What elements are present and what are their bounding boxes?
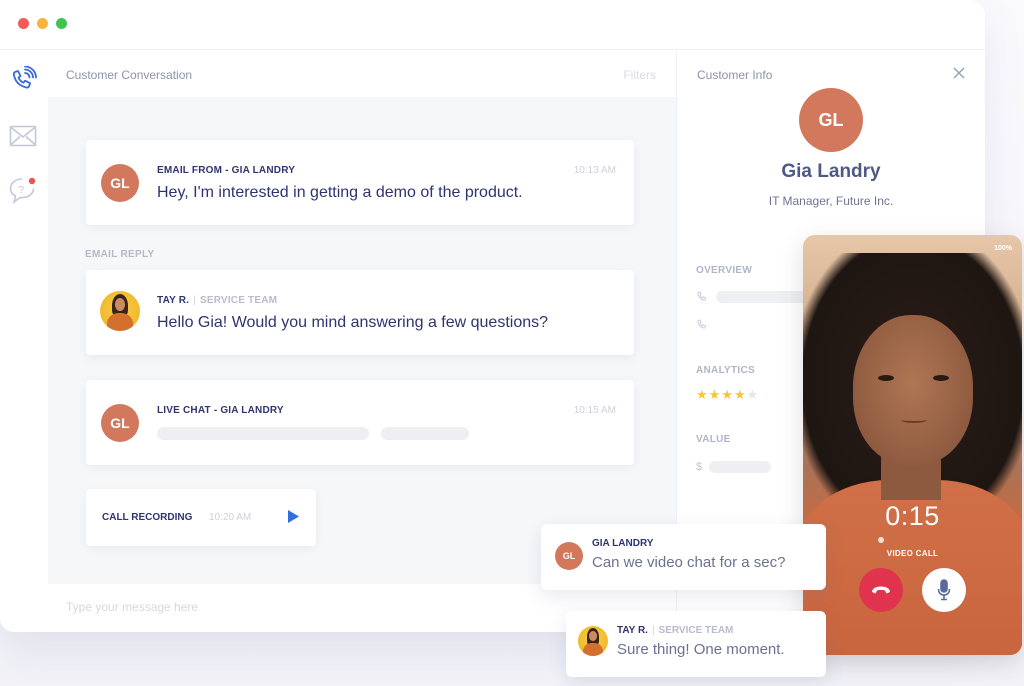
customer-info-title: Customer Info [697,68,773,82]
overview-placeholder [716,291,816,303]
phone-icon [697,319,707,329]
maximize-window-button[interactable] [56,18,67,29]
currency-symbol: $ [696,461,703,473]
customer-role: IT Manager, Future Inc. [768,194,894,208]
call-recording-card[interactable]: CALL RECORDING 10:20 AM [86,489,316,546]
avatar: GL [555,542,583,570]
live-chat-card[interactable]: GL LIVE CHAT - GIA LANDRY 10:15 AM [86,380,634,465]
call-timer: 0:15 [885,501,940,531]
sidebar-item-phone[interactable] [8,65,38,95]
conversation-header: Customer Conversation Filters [48,51,676,97]
sidebar-item-chat[interactable]: ? [8,175,38,205]
sender-name: TAY R. [617,625,648,636]
reply-message-card[interactable]: TAY R. | SERVICE TEAM Hello Gia! Would you… [86,270,634,355]
caller-video-feed [853,315,973,465]
bubble-sender: GIA LANDRY [592,538,654,549]
message-input[interactable] [66,600,626,614]
close-icon [953,67,965,79]
analytics-label: ANALYTICS [696,365,756,376]
bubble-sender: TAY R. | SERVICE TEAM [617,625,734,636]
message-text: Hey, I'm interested in getting a demo of… [157,184,523,201]
message-placeholder-line [381,427,469,440]
play-icon [288,510,299,523]
close-panel-button[interactable] [951,65,967,81]
avatar: GL [101,164,139,202]
email-reply-label: EMAIL REPLY [85,249,155,260]
star-empty-icon: ★ [746,387,759,402]
sender-team: SERVICE TEAM [658,625,734,636]
call-recording-label: CALL RECORDING [102,512,193,523]
star-filled-icon: ★ [733,387,746,402]
agent-avatar [100,291,140,331]
conversation-title: Customer Conversation [66,68,193,82]
play-button[interactable] [287,509,300,529]
message-sender: LIVE CHAT - GIA LANDRY [157,405,284,416]
chat-bubble-agent[interactable]: TAY R. | SERVICE TEAM Sure thing! One mome… [566,611,826,677]
hang-up-icon [872,586,890,594]
phone-icon [697,291,707,301]
help-chat-icon: ? [9,177,36,204]
mute-button[interactable] [922,568,966,612]
video-call-label: VIDEO CALL [886,549,939,558]
chat-bubble-customer[interactable]: GL GIA LANDRY Can we video chat for a se… [541,524,826,590]
notification-dot [28,177,36,185]
overview-label: OVERVIEW [696,265,753,276]
message-text: Hello Gia! Would you mind answering a fe… [157,314,549,331]
hang-up-button[interactable] [859,568,903,612]
value-label: VALUE [696,434,731,445]
customer-avatar: GL [799,88,863,152]
call-recording-time: 10:20 AM [209,512,252,523]
microphone-icon [937,579,951,601]
message-sender: TAY R. | SERVICE TEAM [157,295,278,306]
customer-name: Gia Landry [781,161,881,182]
filters-button[interactable]: Filters [623,68,656,82]
star-filled-icon: ★ [721,387,733,402]
bubble-text: Sure thing! One moment. [617,641,785,658]
mail-icon [9,125,37,147]
video-quality: 100% [994,245,1012,252]
sidebar-item-email[interactable] [8,121,38,151]
phone-ringing-icon [12,66,37,89]
agent-avatar [578,626,608,656]
message-placeholder-line [157,427,369,440]
svg-text:?: ? [19,185,25,196]
message-sender: EMAIL FROM - GIA LANDRY [157,165,296,176]
video-call-window[interactable]: 100% 0:15 VIDEO CALL [803,235,1022,655]
value-placeholder [709,461,771,473]
title-bar [0,0,985,50]
email-message-card[interactable]: GL EMAIL FROM - GIA LANDRY 10:13 AM Hey,… [86,140,634,225]
bubble-text: Can we video chat for a sec? [592,554,786,571]
star-filled-icon: ★ [696,387,708,402]
close-window-button[interactable] [18,18,29,29]
recording-dot [878,537,884,543]
message-time: 10:15 AM [573,405,616,416]
avatar: GL [101,404,139,442]
star-filled-icon: ★ [708,387,721,402]
sidebar: ? [0,51,48,632]
rating-stars: ★ ★ ★ ★ ★ [696,388,758,401]
sender-team: SERVICE TEAM [199,295,278,306]
sender-name: TAY R. [157,295,190,306]
minimize-window-button[interactable] [37,18,48,29]
message-time: 10:13 AM [573,165,616,176]
